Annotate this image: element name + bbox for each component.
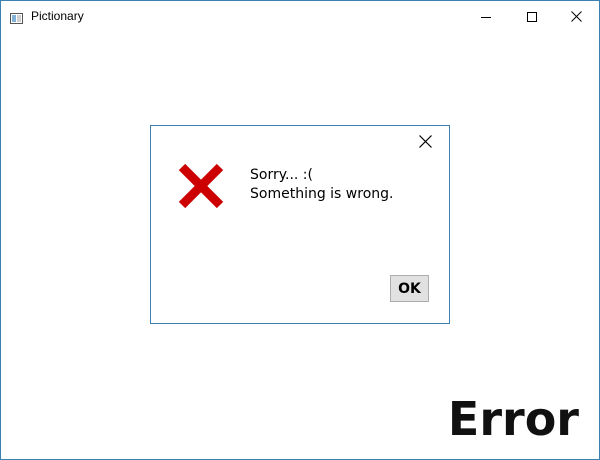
message-line-1: Sorry... :( bbox=[250, 167, 313, 183]
maximize-button[interactable] bbox=[509, 1, 555, 32]
dialog-close-button[interactable] bbox=[415, 132, 435, 152]
window-close-button[interactable] bbox=[553, 1, 599, 32]
close-icon bbox=[418, 133, 432, 152]
window-app-icon bbox=[10, 9, 23, 24]
dialog-message: Sorry... :( Something is wrong. bbox=[250, 166, 393, 204]
window-title: Pictionary bbox=[31, 9, 84, 23]
minimize-button[interactable] bbox=[463, 1, 509, 32]
maximize-icon bbox=[527, 7, 537, 26]
error-x-icon bbox=[177, 162, 225, 210]
message-line-2: Something is wrong. bbox=[250, 186, 394, 202]
close-icon bbox=[570, 7, 582, 26]
title-bar[interactable]: Pictionary bbox=[1, 1, 599, 32]
error-dialog: Sorry... :( Something is wrong. OK bbox=[150, 125, 450, 324]
error-label: Error bbox=[447, 392, 579, 446]
minimize-icon bbox=[481, 7, 491, 26]
ok-button[interactable]: OK bbox=[390, 275, 429, 302]
